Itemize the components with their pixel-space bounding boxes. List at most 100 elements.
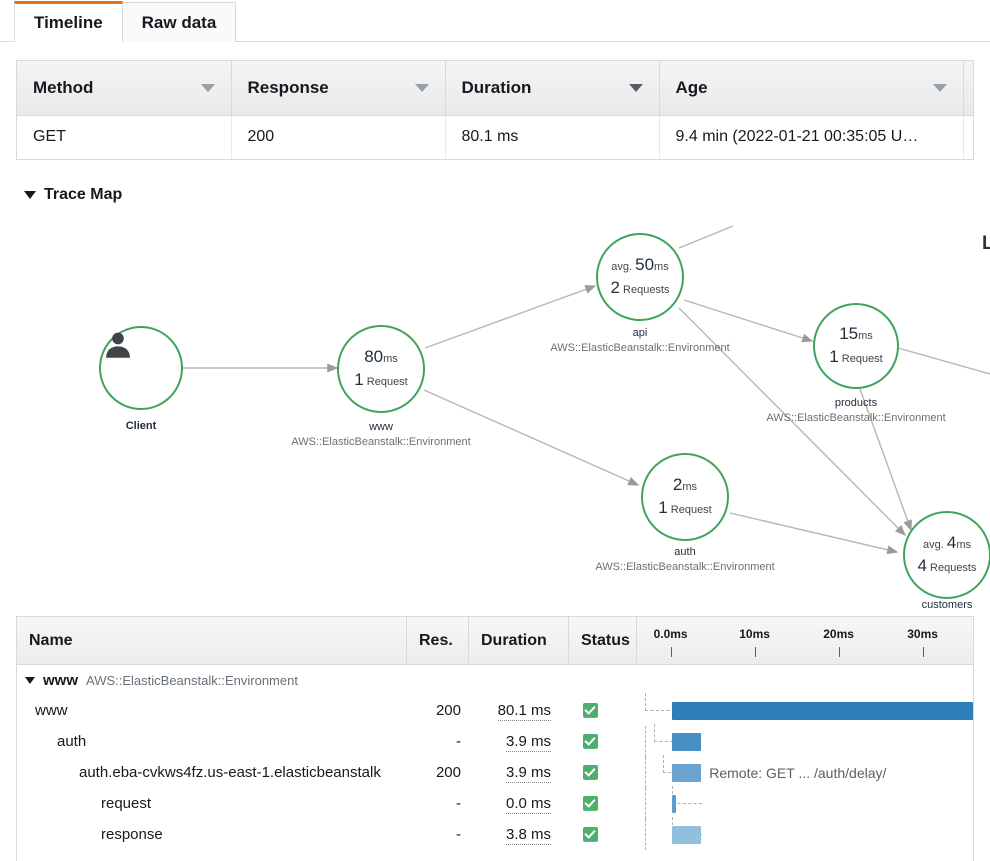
status-ok-check-icon bbox=[583, 796, 598, 811]
column-header-status[interactable]: Status bbox=[569, 617, 637, 665]
trace-node-customers-count: 4 bbox=[917, 556, 926, 575]
trace-node-www-label: www AWS::ElasticBeanstalk::Environment bbox=[231, 420, 531, 450]
segment-duration: 80.1 ms bbox=[469, 702, 569, 719]
column-header-name[interactable]: Name bbox=[17, 617, 407, 665]
column-header-res[interactable]: Res. bbox=[407, 617, 469, 665]
segment-group-name: www bbox=[43, 672, 78, 689]
table-row[interactable]: auth-3.9 ms bbox=[17, 726, 973, 757]
ruler-tick-label: 0.0ms bbox=[654, 627, 688, 641]
trace-node-auth[interactable]: 2ms 1 Request bbox=[641, 453, 729, 541]
segment-group-type: AWS::ElasticBeanstalk::Environment bbox=[86, 673, 298, 688]
ruler-tick-mark bbox=[839, 647, 840, 657]
timeline-connector bbox=[645, 788, 646, 819]
trace-node-api[interactable]: avg. 50ms 2 Requests bbox=[596, 233, 684, 321]
segment-status bbox=[569, 796, 637, 811]
segment-response: - bbox=[407, 795, 469, 812]
timeline-bar[interactable] bbox=[672, 764, 701, 782]
trace-map-canvas[interactable]: Client 80ms 1 Request www AWS::ElasticBe… bbox=[0, 208, 990, 608]
ruler-tick-label: 20ms bbox=[823, 627, 854, 641]
timeline-connector bbox=[645, 819, 646, 850]
trace-node-customers-count-label: Requests bbox=[930, 562, 976, 574]
cell-extra bbox=[963, 115, 974, 159]
trace-map-title: Trace Map bbox=[44, 186, 122, 204]
trace-node-customers-unit: ms bbox=[956, 539, 971, 551]
tab-bar: Timeline Raw data bbox=[0, 0, 990, 42]
column-header-duration[interactable]: Duration bbox=[445, 61, 659, 115]
timeline-connector bbox=[645, 726, 646, 757]
trace-node-www[interactable]: 80ms 1 Request bbox=[337, 325, 425, 413]
segment-duration: 3.8 ms bbox=[469, 826, 569, 843]
collapse-triangle-icon[interactable] bbox=[24, 191, 36, 199]
timeline-bar[interactable] bbox=[672, 795, 675, 813]
column-header-method-label: Method bbox=[33, 78, 93, 98]
table-row[interactable]: request-0.0 ms bbox=[17, 788, 973, 819]
table-row[interactable]: response-3.8 ms bbox=[17, 819, 973, 850]
column-header-seg-duration[interactable]: Duration bbox=[469, 617, 569, 665]
chevron-down-icon[interactable] bbox=[201, 84, 215, 92]
trace-map-section-header[interactable]: Trace Map bbox=[24, 186, 990, 204]
cell-method: GET bbox=[17, 115, 231, 159]
timeline-ruler-header: 0.0ms10ms20ms30ms bbox=[637, 617, 973, 665]
trace-node-www-type: AWS::ElasticBeanstalk::Environment bbox=[231, 435, 531, 450]
trace-node-www-count-label: Request bbox=[367, 376, 408, 388]
tab-raw-data[interactable]: Raw data bbox=[122, 2, 237, 42]
trace-node-customers-name: customers bbox=[797, 598, 990, 613]
cell-response: 200 bbox=[231, 115, 445, 159]
ruler-tick-label: 10ms bbox=[739, 627, 770, 641]
trace-node-customers[interactable]: avg. 4ms 4 Requests bbox=[903, 511, 990, 599]
segment-timeline-cell bbox=[637, 788, 973, 819]
person-icon bbox=[101, 328, 135, 362]
timeline-bar[interactable] bbox=[672, 733, 701, 751]
column-header-response[interactable]: Response bbox=[231, 61, 445, 115]
segment-status bbox=[569, 734, 637, 749]
segment-group-row[interactable]: www AWS::ElasticBeanstalk::Environment bbox=[17, 665, 973, 695]
column-header-method[interactable]: Method bbox=[17, 61, 231, 115]
trace-node-api-count-label: Requests bbox=[623, 284, 669, 296]
column-header-duration-label: Duration bbox=[462, 78, 532, 98]
collapse-triangle-icon[interactable] bbox=[25, 677, 35, 684]
segment-response: - bbox=[407, 826, 469, 843]
column-header-response-label: Response bbox=[248, 78, 329, 98]
table-row[interactable]: www20080.1 ms bbox=[17, 695, 973, 726]
trace-node-auth-name: auth bbox=[535, 545, 835, 560]
segment-status bbox=[569, 703, 637, 718]
trace-node-products-label: products AWS::ElasticBeanstalk::Environm… bbox=[706, 396, 990, 426]
segment-timeline-cell bbox=[637, 695, 973, 726]
segment-name: request bbox=[17, 795, 407, 812]
trace-node-api-time: 50 bbox=[635, 255, 654, 274]
column-header-age[interactable]: Age bbox=[659, 61, 963, 115]
trace-node-client[interactable] bbox=[99, 326, 183, 410]
trace-node-products-type: AWS::ElasticBeanstalk::Environment bbox=[706, 411, 990, 426]
timeline-bar[interactable] bbox=[672, 826, 701, 844]
trace-node-products-time: 15 bbox=[839, 324, 858, 343]
trace-node-products-unit: ms bbox=[858, 330, 873, 342]
status-ok-check-icon bbox=[583, 765, 598, 780]
segment-status bbox=[569, 827, 637, 842]
tab-timeline-label: Timeline bbox=[34, 13, 103, 33]
trace-node-customers-label: customers bbox=[797, 598, 990, 613]
trace-summary-table: Method Response Duration bbox=[16, 60, 974, 160]
trace-node-api-name: api bbox=[490, 326, 790, 341]
segments-header-row: Name Res. Duration Status 0.0ms10ms20ms3… bbox=[17, 617, 973, 665]
trace-node-products[interactable]: 15ms 1 Request bbox=[813, 303, 899, 389]
trace-node-api-type: AWS::ElasticBeanstalk::Environment bbox=[490, 341, 790, 356]
trace-node-products-count: 1 bbox=[829, 347, 838, 366]
trace-node-api-count: 2 bbox=[610, 278, 619, 297]
timeline-bar[interactable] bbox=[672, 702, 973, 720]
segment-name: response bbox=[17, 826, 407, 843]
table-row[interactable]: auth.eba-cvkws4fz.us-east-1.elasticbeans… bbox=[17, 757, 973, 788]
chevron-down-icon[interactable] bbox=[629, 84, 643, 92]
chevron-down-icon[interactable] bbox=[415, 84, 429, 92]
column-header-extra[interactable] bbox=[963, 61, 974, 115]
segments-timeline-table: Name Res. Duration Status 0.0ms 10ms 20ms 3… bbox=[16, 616, 974, 861]
table-row[interactable]: GET 200 80.1 ms 9.4 min (2022-01-21 00:3… bbox=[17, 115, 974, 159]
chevron-down-icon[interactable] bbox=[933, 84, 947, 92]
trace-node-auth-count: 1 bbox=[658, 498, 667, 517]
trace-node-api-unit: ms bbox=[654, 261, 669, 273]
trace-node-products-name: products bbox=[706, 396, 990, 411]
tab-timeline[interactable]: Timeline bbox=[14, 1, 123, 42]
trace-node-www-name: www bbox=[231, 420, 531, 435]
trace-node-www-count: 1 bbox=[354, 370, 363, 389]
trace-node-auth-unit: ms bbox=[682, 481, 697, 493]
segment-timeline-cell: Remote: GET ... /auth/delay/ bbox=[637, 757, 973, 788]
